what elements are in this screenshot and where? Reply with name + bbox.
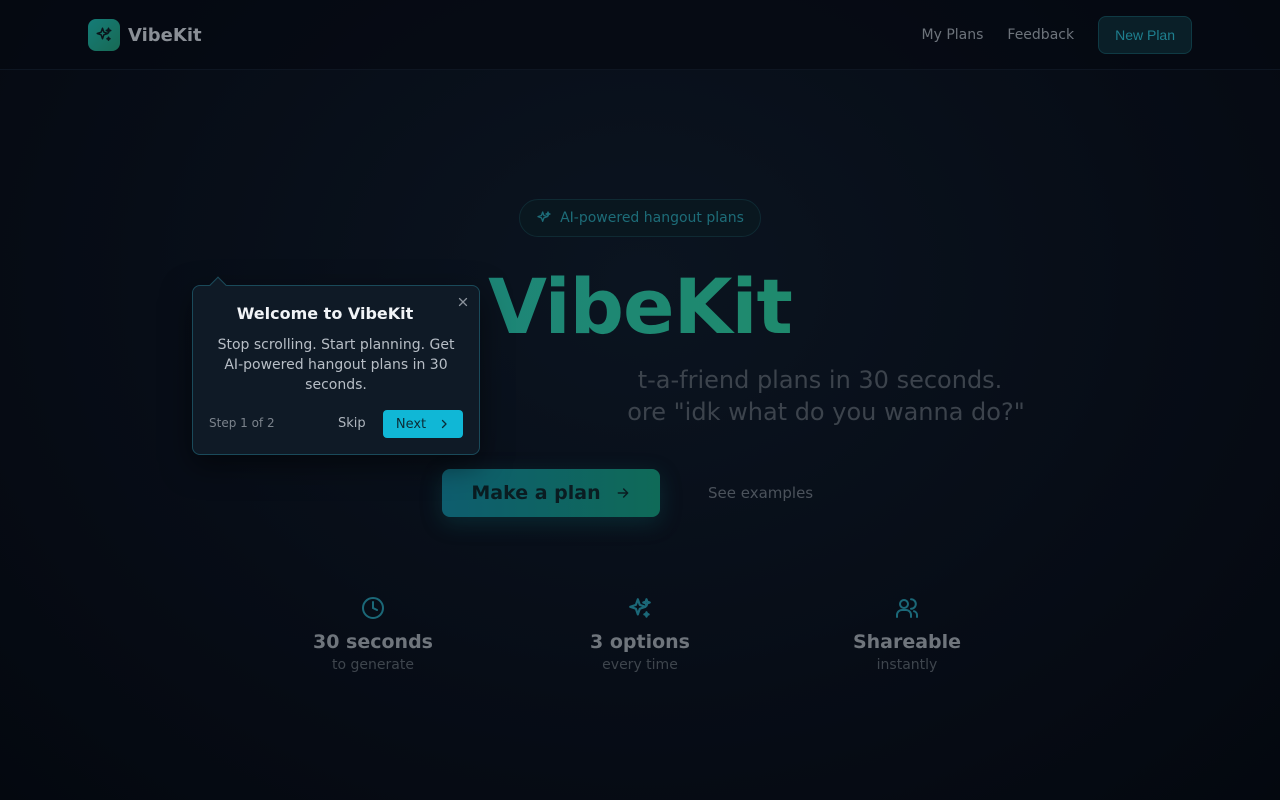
navbar: VibeKit My Plans Feedback New Plan	[0, 0, 1280, 70]
page: VibeKit My Plans Feedback New Plan AI-po…	[0, 0, 1280, 800]
nav-link-my-plans[interactable]: My Plans	[922, 16, 984, 54]
nav-link-feedback[interactable]: Feedback	[1007, 16, 1074, 54]
ai-badge: AI-powered hangout plans	[519, 199, 761, 237]
onboarding-popover: Welcome to VibeKit Stop scrolling. Start…	[192, 276, 480, 455]
skip-button[interactable]: Skip	[338, 416, 366, 431]
new-plan-button[interactable]: New Plan	[1098, 16, 1192, 54]
sparkles-icon	[88, 19, 120, 51]
feature-subtitle: to generate	[332, 657, 414, 673]
feature-speed: 30 seconds to generate	[273, 596, 473, 673]
feature-options: 3 options every time	[540, 596, 740, 673]
feature-subtitle: every time	[602, 657, 678, 673]
feature-title: Shareable	[852, 631, 962, 653]
sparkles-icon	[629, 598, 651, 618]
make-plan-label: Make a plan	[471, 482, 601, 504]
brand[interactable]: VibeKit	[88, 19, 202, 51]
feature-title: 3 options	[590, 631, 690, 653]
clock-icon	[362, 597, 384, 619]
feature-subtitle: instantly	[876, 657, 938, 673]
next-label: Next	[395, 416, 427, 432]
make-plan-button[interactable]: Make a plan	[442, 469, 660, 517]
brand-name: VibeKit	[128, 24, 202, 46]
chevron-right-icon	[441, 419, 447, 429]
popover-title: Welcome to VibeKit	[236, 304, 414, 323]
arrow-right-icon	[617, 488, 629, 498]
users-icon	[896, 598, 918, 618]
next-button[interactable]: Next	[383, 410, 463, 438]
feature-title: 30 seconds	[312, 631, 433, 653]
nav-links: My Plans Feedback New Plan	[922, 16, 1192, 54]
sparkles-icon	[537, 211, 551, 222]
close-icon[interactable]	[456, 294, 470, 308]
feature-shareable: Shareable instantly	[807, 596, 1007, 673]
popover-body: Stop scrolling. Start planning. Get AI-p…	[217, 337, 455, 393]
badge-label: AI-powered hangout plans	[560, 210, 744, 226]
see-examples-button[interactable]: See examples	[708, 469, 813, 517]
step-indicator: Step 1 of 2	[209, 416, 275, 430]
